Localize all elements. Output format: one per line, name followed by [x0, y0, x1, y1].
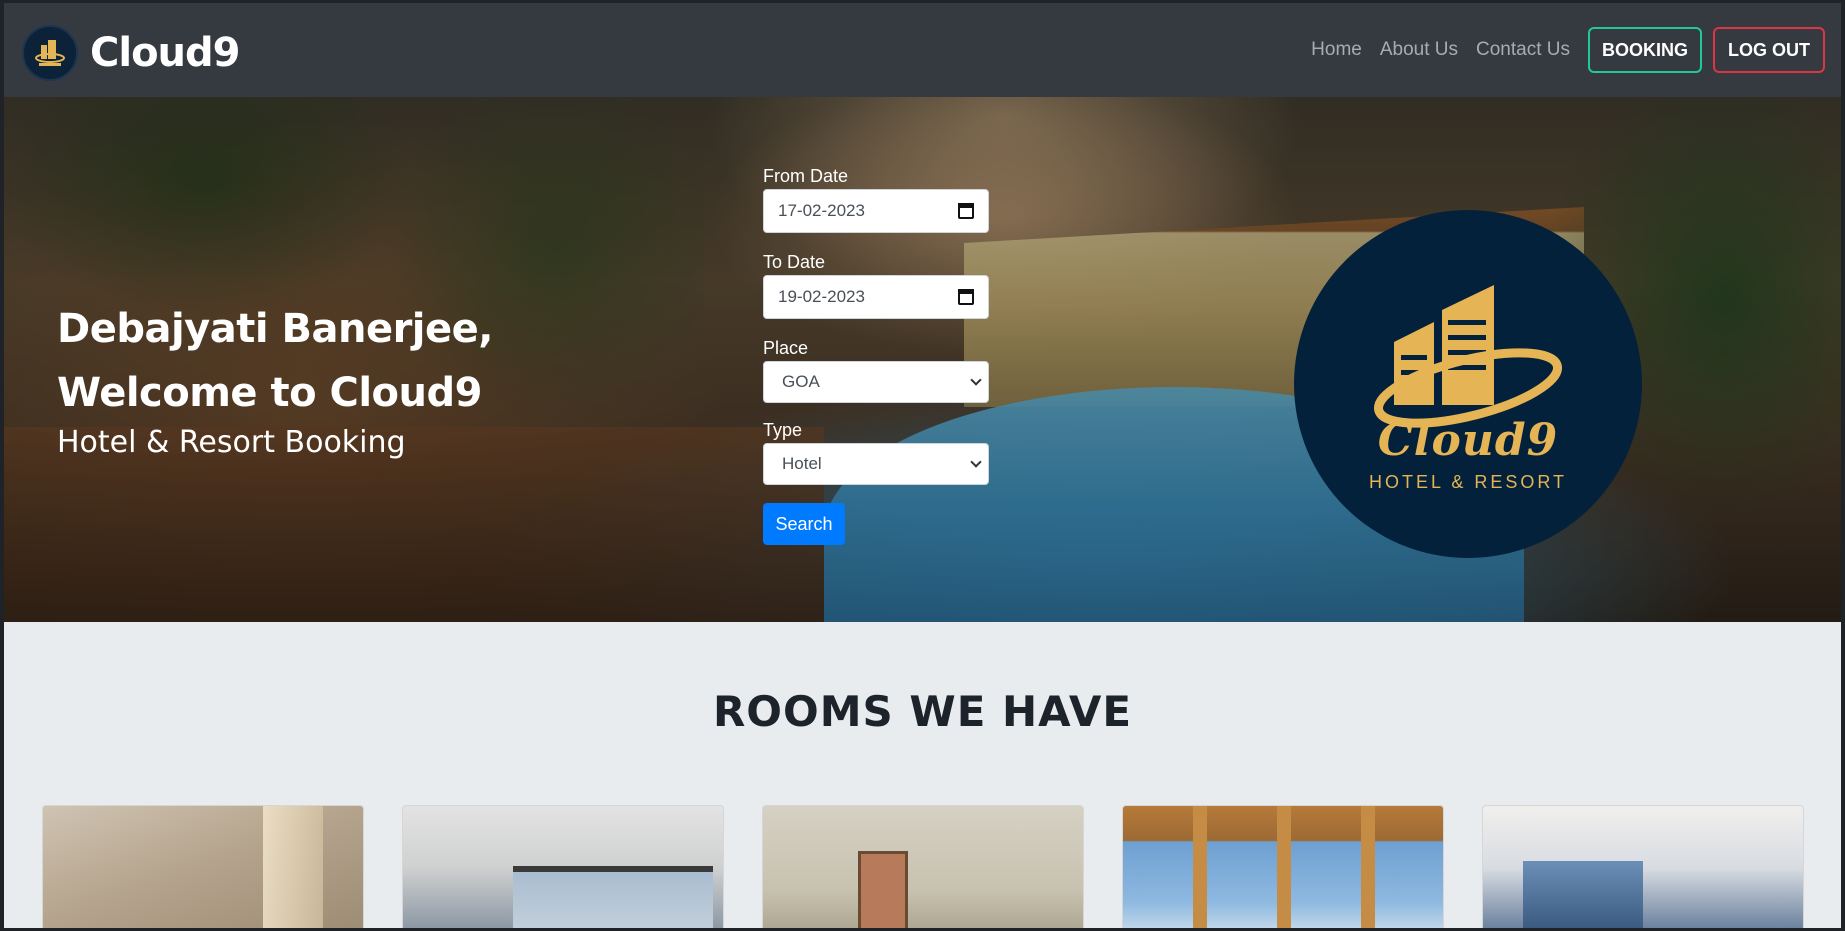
from-date-value: 17-02-2023 [778, 201, 865, 220]
hero-banner: Debajyati Banerjee, Welcome to Cloud9 Ho… [4, 97, 1841, 622]
room-card-1[interactable] [42, 805, 364, 928]
to-date-value: 19-02-2023 [778, 287, 865, 306]
room-card-3[interactable] [762, 805, 1084, 928]
chevron-down-icon [970, 374, 982, 386]
type-value: Hotel [782, 454, 822, 473]
room-card-4[interactable] [1122, 805, 1444, 928]
type-label: Type [763, 420, 803, 440]
page: Cloud9 Home About Us Contact Us BOOKING … [4, 3, 1841, 928]
cloud9-logo-badge: Cloud9 HOTEL & RESORT [1294, 210, 1642, 558]
room-card-5[interactable] [1482, 805, 1804, 928]
navbar: Cloud9 Home About Us Contact Us BOOKING … [4, 3, 1841, 97]
logo-badge-subtitle: HOTEL & RESORT [1368, 472, 1568, 492]
search-form: From Date 17-02-2023 To Date 19-02-2023 … [763, 163, 993, 545]
room-image-5 [1523, 861, 1643, 928]
greeting-name: Debajyati Banerjee, [57, 306, 493, 352]
to-date-label: To Date [763, 252, 826, 272]
from-date-input[interactable]: 17-02-2023 [763, 189, 989, 233]
booking-button[interactable]: BOOKING [1587, 27, 1702, 73]
hotel-building-icon [1373, 285, 1563, 428]
logo-badge-title: Cloud9 [1377, 415, 1559, 466]
cloud9-logo-icon[interactable] [22, 25, 78, 81]
welcome-text: Welcome to Cloud9 [57, 370, 482, 416]
from-date-label: From Date [763, 166, 849, 186]
brand[interactable]: Cloud9 [22, 25, 240, 81]
room-image-4 [1123, 806, 1443, 928]
brand-name[interactable]: Cloud9 [90, 30, 240, 76]
room-image-2 [513, 866, 713, 928]
nav-contact-link[interactable]: Contact Us [1476, 39, 1570, 61]
nav-home-link[interactable]: Home [1311, 39, 1362, 61]
place-select[interactable]: GOA [763, 361, 989, 403]
hero-subtitle: Hotel & Resort Booking [57, 425, 406, 460]
nav-links: Home About Us Contact Us BOOKING LOG OUT [1311, 27, 1825, 73]
hero-heading: Debajyati Banerjee, Welcome to Cloud9 [57, 297, 493, 425]
building-icon [35, 40, 65, 66]
rooms-heading: ROOMS WE HAVE [712, 687, 1133, 736]
to-date-input[interactable]: 19-02-2023 [763, 275, 989, 319]
search-button[interactable]: Search [763, 503, 845, 545]
chevron-down-icon [970, 456, 982, 468]
nav-about-link[interactable]: About Us [1380, 39, 1458, 61]
place-label: Place [763, 338, 809, 358]
room-image-1 [263, 806, 323, 928]
room-image-3 [858, 851, 908, 928]
calendar-icon[interactable] [958, 289, 974, 305]
calendar-icon[interactable] [958, 203, 974, 219]
place-value: GOA [782, 372, 820, 391]
type-select[interactable]: Hotel [763, 443, 989, 485]
room-card-2[interactable] [402, 805, 724, 928]
logout-button[interactable]: LOG OUT [1713, 27, 1825, 73]
